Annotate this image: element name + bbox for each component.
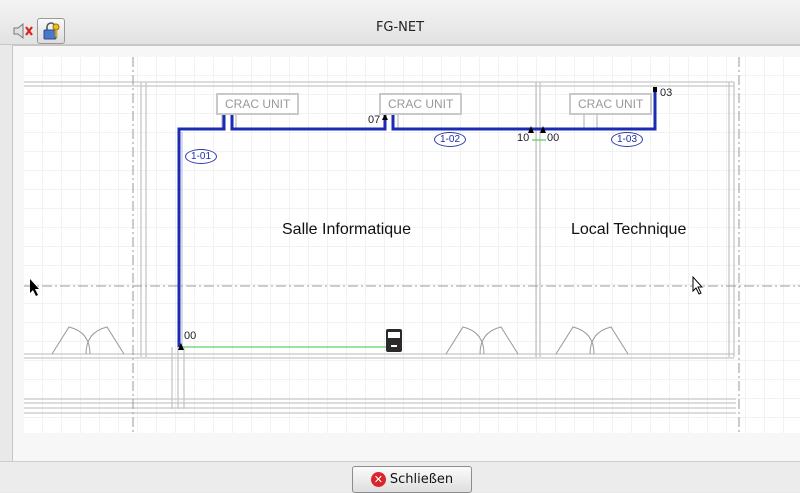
detector-panel-icon <box>386 329 402 352</box>
node-label[interactable]: 10 <box>517 132 529 144</box>
node-label[interactable]: 07 <box>368 114 380 126</box>
zone-1-02[interactable]: 1-02 <box>434 132 467 147</box>
close-button-label: Schließen <box>389 472 454 487</box>
close-button[interactable]: ✕ Schließen <box>352 466 472 493</box>
floorplan-canvas[interactable]: CRAC UNIT CRAC UNIT CRAC UNIT 1-01 1-02 … <box>24 57 800 433</box>
zone-1-03[interactable]: 1-03 <box>611 132 644 147</box>
zone-1-01[interactable]: 1-01 <box>185 149 218 164</box>
crac-unit-2[interactable]: CRAC UNIT <box>379 93 463 115</box>
room-local-technique: Local Technique <box>571 221 687 238</box>
node-label[interactable]: 00 <box>547 132 559 144</box>
window-title: FG-NET <box>375 20 425 35</box>
node-label[interactable]: 03 <box>660 87 672 99</box>
crac-unit-3[interactable]: CRAC UNIT <box>569 93 653 115</box>
room-salle-informatique: Salle Informatique <box>282 221 411 238</box>
title-bar: FG-NET <box>0 0 800 45</box>
crac-unit-1[interactable]: CRAC UNIT <box>216 93 300 115</box>
node-label[interactable]: 00 <box>184 330 196 342</box>
close-icon: ✕ <box>370 472 386 487</box>
